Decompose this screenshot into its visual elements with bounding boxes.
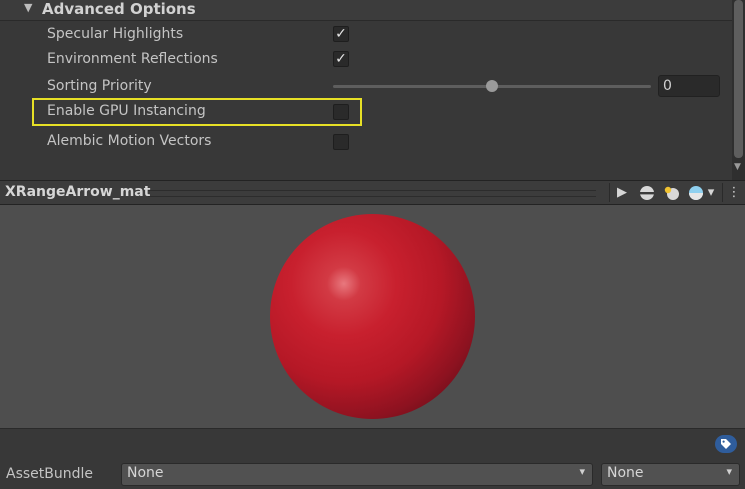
- asset-bundle-name-dropdown[interactable]: None ▾: [121, 463, 593, 486]
- sorting-priority-slider-thumb[interactable]: [486, 80, 498, 92]
- specular-highlights-checkbox[interactable]: ✓: [333, 26, 349, 42]
- material-preview-area[interactable]: [0, 205, 745, 429]
- scrollbar-thumb[interactable]: [734, 0, 743, 158]
- dropdown-arrow-icon: ▾: [726, 465, 732, 478]
- alembic-motion-vectors-checkbox[interactable]: [333, 134, 349, 150]
- preview-drag-handle[interactable]: [148, 190, 596, 197]
- sorting-priority-input[interactable]: 0: [658, 75, 720, 97]
- preview-header: XRangeArrow_mat ▶ ▾ ⋮: [0, 180, 745, 205]
- asset-bundle-variant-dropdown[interactable]: None ▾: [601, 463, 740, 486]
- toolbar-divider: [609, 183, 610, 202]
- advanced-options-header[interactable]: ▼ Advanced Options: [0, 0, 732, 21]
- scroll-down-arrow-icon[interactable]: ▼: [734, 162, 741, 172]
- alembic-motion-vectors-label: Alembic Motion Vectors: [47, 133, 212, 149]
- checkmark-icon: ✓: [335, 26, 347, 42]
- sorting-priority-label: Sorting Priority: [47, 78, 152, 94]
- foldout-arrow-icon[interactable]: ▼: [24, 1, 32, 14]
- inspector-panel: ▼ Advanced Options Specular Highlights ✓…: [0, 0, 745, 180]
- tag-icon[interactable]: [715, 435, 737, 453]
- lighting-icon[interactable]: [661, 183, 683, 202]
- section-title: Advanced Options: [42, 0, 196, 18]
- play-icon[interactable]: ▶: [611, 183, 633, 202]
- specular-highlights-label: Specular Highlights: [47, 26, 184, 42]
- checkmark-icon: ✓: [335, 51, 347, 67]
- enable-gpu-instancing-label: Enable GPU Instancing: [47, 103, 206, 119]
- toolbar-divider: [722, 183, 723, 202]
- environment-reflections-checkbox[interactable]: ✓: [333, 51, 349, 67]
- dropdown-arrow-icon: ▾: [579, 465, 585, 478]
- environment-reflections-label: Environment Reflections: [47, 51, 218, 67]
- asset-bundle-variant-value: None: [607, 465, 644, 481]
- sphere-mesh-icon[interactable]: [636, 183, 658, 202]
- asset-bundle-name-value: None: [127, 465, 164, 481]
- enable-gpu-instancing-checkbox[interactable]: [333, 104, 349, 120]
- skybox-dropdown-arrow-icon[interactable]: ▾: [703, 183, 719, 202]
- preview-title: XRangeArrow_mat: [5, 184, 151, 200]
- more-options-icon[interactable]: ⋮: [724, 183, 744, 202]
- asset-bundle-label: AssetBundle: [6, 466, 94, 482]
- material-preview-sphere[interactable]: [270, 214, 475, 419]
